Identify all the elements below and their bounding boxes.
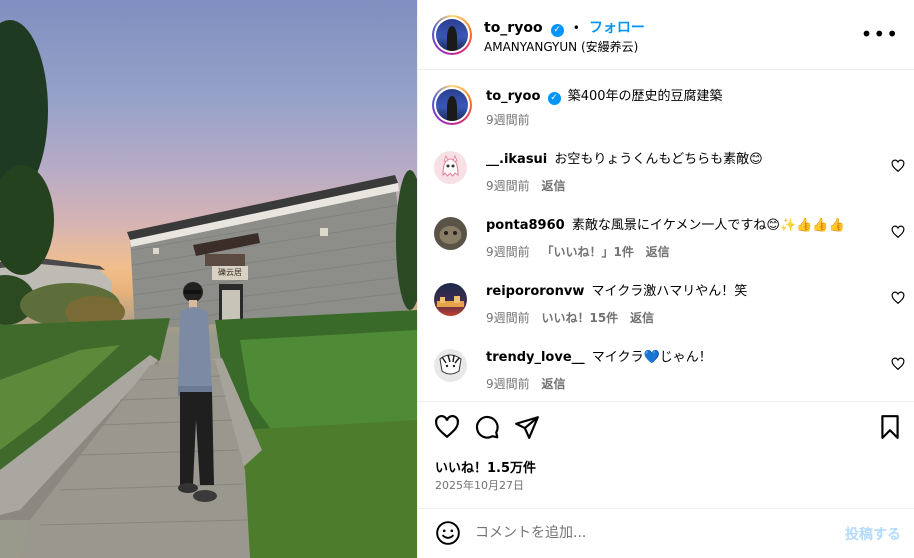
author-avatar[interactable] [432, 15, 472, 55]
caption-meta: 9週間前 [486, 111, 538, 128]
comment-time[interactable]: 9週間前 [486, 245, 530, 259]
comment-meta: 9週間前 返信 [486, 375, 573, 392]
share-icon[interactable] [514, 414, 540, 440]
caption-text-line: to_ryoo ✓ 築400年の歴史的豆腐建築 [486, 88, 723, 106]
more-options-icon[interactable]: ••• [861, 24, 899, 44]
photo-scene [0, 20, 417, 558]
comment-avatar[interactable] [434, 151, 467, 184]
verified-check-icon: ✓ [550, 24, 564, 37]
post-date[interactable]: 2025年10月27日 [435, 477, 524, 493]
post-location[interactable]: AMANYANGYUN (安縵养云) [484, 38, 638, 55]
post-actions: いいね！1.5万件 2025年10月27日 [418, 401, 914, 508]
caption-text: 築400年の歴史的豆腐建築 [567, 89, 723, 104]
comment-text: マイクラ💙じゃん！ [591, 350, 712, 365]
comment-avatar[interactable] [434, 283, 467, 316]
comment-composer: 投稿する [418, 508, 914, 558]
header-separator: • [572, 21, 580, 35]
follow-button[interactable]: フォロー [589, 20, 645, 36]
likes-count[interactable]: いいね！1.5万件 [435, 457, 536, 476]
post-details-panel: to_ryoo ✓ • フォロー AMANYANGYUN (安縵养云) ••• … [417, 0, 914, 558]
comment-username[interactable]: __.ikasui [486, 152, 547, 167]
comment-time[interactable]: 9週間前 [486, 311, 530, 325]
heart-icon[interactable] [891, 159, 905, 173]
building-sign: 礫云居 [218, 268, 242, 277]
comment-text-line: reipororonvw マイクラ激ハマリやん！笑 [486, 283, 747, 301]
comment-text: マイクラ激ハマリやん！笑 [591, 284, 748, 299]
heart-icon[interactable] [434, 414, 460, 440]
animal-avatar-icon [439, 226, 462, 244]
comment-input[interactable] [475, 522, 815, 544]
bookmark-icon[interactable] [877, 414, 903, 440]
comment-time[interactable]: 9週間前 [486, 377, 530, 391]
comment-username[interactable]: ponta8960 [486, 218, 565, 233]
comment-meta: 9週間前 いいね！15件 返信 [486, 309, 662, 326]
ghost-avatar-icon [442, 154, 459, 177]
comment-username[interactable]: reipororonvw [486, 284, 584, 299]
comment-avatar[interactable] [434, 349, 467, 382]
reply-button[interactable]: 返信 [541, 179, 565, 193]
comment-text-line: __.ikasui お空もりょうくんもどちらも素敵😊 [486, 151, 763, 169]
comment-likes[interactable]: 「いいね！」1件 [541, 245, 633, 259]
comment-text: 素敵な風景にイケメン一人ですね😊✨👍👍👍 [571, 218, 845, 233]
caption-time[interactable]: 9週間前 [486, 113, 530, 127]
comment-text-line: ponta8960 素敵な風景にイケメン一人ですね😊✨👍👍👍 [486, 217, 845, 235]
comment-avatar[interactable] [434, 217, 467, 250]
heart-icon[interactable] [891, 225, 905, 239]
emoji-icon[interactable] [435, 520, 461, 546]
post-header: to_ryoo ✓ • フォロー AMANYANGYUN (安縵养云) ••• [418, 0, 914, 70]
comment-icon[interactable] [474, 414, 500, 440]
heart-icon[interactable] [891, 357, 905, 371]
night-city-avatar-icon [437, 296, 464, 307]
author-username[interactable]: to_ryoo [484, 20, 543, 36]
manga-avatar-icon [439, 354, 462, 375]
post-photo[interactable]: 礫云居 [0, 0, 417, 558]
heart-icon[interactable] [891, 291, 905, 305]
comment-text-line: trendy_love__ マイクラ💙じゃん！ [486, 349, 712, 367]
comment-text: お空もりょうくんもどちらも素敵😊 [554, 152, 763, 167]
caption-username[interactable]: to_ryoo [486, 89, 540, 104]
caption-avatar[interactable] [432, 85, 472, 125]
reply-button[interactable]: 返信 [541, 377, 565, 391]
comment-likes[interactable]: いいね！15件 [541, 311, 618, 325]
comments-list[interactable]: to_ryoo ✓ 築400年の歴史的豆腐建築 9週間前 __.ikasui お [418, 71, 914, 401]
verified-check-icon: ✓ [547, 92, 561, 105]
comment-time[interactable]: 9週間前 [486, 179, 530, 193]
post-comment-button[interactable]: 投稿する [845, 524, 901, 544]
comment-meta: 9週間前 返信 [486, 177, 573, 194]
comment-username[interactable]: trendy_love__ [486, 350, 585, 365]
reply-button[interactable]: 返信 [646, 245, 670, 259]
comment-meta: 9週間前 「いいね！」1件 返信 [486, 243, 678, 260]
reply-button[interactable]: 返信 [630, 311, 654, 325]
